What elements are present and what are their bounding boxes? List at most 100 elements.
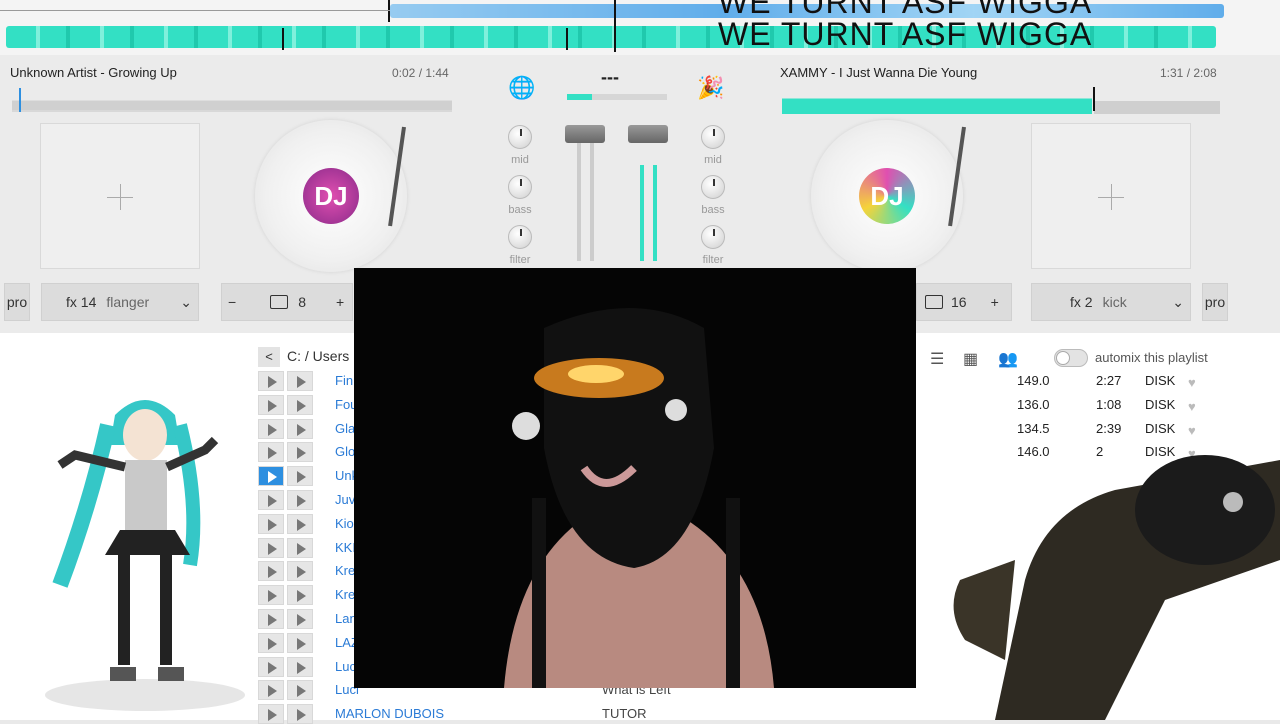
- playhead-a: [388, 0, 390, 22]
- track-name[interactable]: Kre: [335, 563, 355, 578]
- heart-icon[interactable]: ♥: [1188, 375, 1202, 390]
- play-deck-a-button[interactable]: [258, 490, 284, 510]
- track-name[interactable]: Gla: [335, 421, 355, 436]
- breadcrumb[interactable]: C: / Users: [287, 348, 349, 364]
- play-deck-a-button[interactable]: [258, 371, 284, 391]
- play-deck-b-button[interactable]: [287, 680, 313, 701]
- track-name[interactable]: Kio: [335, 516, 354, 531]
- left-mid-knob[interactable]: [508, 125, 532, 149]
- globe-icon[interactable]: 🌐: [508, 75, 535, 101]
- play-deck-b-button[interactable]: [287, 394, 313, 415]
- play-deck-b-button[interactable]: [287, 418, 313, 439]
- left-bass-knob[interactable]: [508, 175, 532, 199]
- loop-icon: [270, 295, 289, 309]
- cell-len: 1:08: [1096, 396, 1122, 412]
- automix-label: automix this playlist: [1095, 350, 1208, 365]
- waveform-baseline: [0, 10, 390, 11]
- list-item[interactable]: MARLON DUBOIS TUTOR: [258, 704, 898, 724]
- track-name[interactable]: Luc: [335, 659, 356, 674]
- deck-left-fx-select[interactable]: fx 14 flanger ⌄: [41, 283, 199, 321]
- play-deck-b-button[interactable]: [287, 656, 313, 677]
- track-name[interactable]: MARLON DUBOIS: [335, 706, 444, 721]
- heart-icon[interactable]: ♥: [1188, 399, 1202, 414]
- beat-marker: [282, 28, 284, 50]
- play-deck-b-button[interactable]: [287, 537, 313, 558]
- play-deck-b-button[interactable]: [287, 466, 313, 487]
- cell-bpm: 134.5: [1017, 420, 1050, 436]
- track-name[interactable]: Kre: [335, 587, 355, 602]
- deck-left-pro-button[interactable]: pro: [4, 283, 30, 321]
- deck-right-fx-pad[interactable]: [1031, 123, 1191, 269]
- play-deck-b-button[interactable]: [287, 704, 313, 724]
- left-filter-knob[interactable]: [508, 225, 532, 249]
- play-deck-a-button[interactable]: [258, 513, 284, 534]
- loop-plus-button[interactable]: +: [991, 294, 999, 310]
- play-deck-a-button[interactable]: [258, 585, 284, 606]
- grid-view-icon[interactable]: ▦: [963, 349, 978, 369]
- play-deck-a-button[interactable]: [258, 561, 284, 582]
- play-deck-b-button[interactable]: [287, 609, 313, 629]
- users-icon[interactable]: 👥: [998, 349, 1018, 369]
- play-deck-a-button[interactable]: [258, 609, 284, 629]
- chevron-down-icon: ⌄: [180, 293, 192, 310]
- play-deck-a-button[interactable]: [258, 704, 284, 724]
- play-deck-b-button[interactable]: [287, 490, 313, 510]
- knob-label: filter: [702, 254, 724, 266]
- back-button[interactable]: <: [258, 347, 280, 367]
- track-name[interactable]: Fin: [335, 373, 353, 388]
- play-deck-b-button[interactable]: [287, 371, 313, 391]
- heart-icon[interactable]: ♥: [1188, 423, 1202, 438]
- deck-left-fx-pad[interactable]: [40, 123, 200, 269]
- play-deck-b-button[interactable]: [287, 513, 313, 534]
- right-bass-knob[interactable]: [701, 175, 725, 199]
- right-volume-fader[interactable]: [628, 125, 668, 143]
- play-deck-b-button[interactable]: [287, 585, 313, 606]
- play-deck-a-button[interactable]: [258, 632, 284, 653]
- deck-right-platter[interactable]: DJ: [811, 120, 963, 272]
- loop-plus-button[interactable]: +: [336, 294, 344, 310]
- play-deck-b-button[interactable]: [287, 561, 313, 582]
- deck-left-label: DJ: [303, 168, 359, 224]
- play-deck-a-button[interactable]: [258, 466, 284, 487]
- list-view-icon[interactable]: ☰: [930, 349, 944, 369]
- deck-left-loop-control: − 8 +: [221, 283, 353, 321]
- play-deck-a-button[interactable]: [258, 680, 284, 701]
- left-vu: [577, 143, 581, 261]
- play-deck-a-button[interactable]: [258, 442, 284, 463]
- play-deck-a-button[interactable]: [258, 656, 284, 677]
- deck-right-pro-button[interactable]: pro: [1202, 283, 1228, 321]
- track-name[interactable]: KKI: [335, 540, 356, 555]
- knob-label: bass: [701, 204, 725, 216]
- deck-right-miniwave-remaining[interactable]: [1094, 88, 1220, 114]
- loop-minus-button[interactable]: −: [228, 294, 236, 310]
- deck-right-loop-control: 16 +: [916, 283, 1012, 321]
- right-filter-knob[interactable]: [701, 225, 725, 249]
- fx-name: flanger: [106, 294, 150, 310]
- play-deck-a-button[interactable]: [258, 418, 284, 439]
- loop-length: 8: [298, 294, 306, 310]
- automix-toggle[interactable]: [1054, 349, 1088, 367]
- play-deck-b-button[interactable]: [287, 632, 313, 653]
- party-popper-icon[interactable]: 🎉: [697, 75, 724, 101]
- deck-right-time: 1:31 / 2:08: [1160, 66, 1217, 80]
- deck-left-platter[interactable]: DJ: [255, 120, 407, 272]
- left-volume-fader[interactable]: [565, 125, 605, 143]
- right-mid-knob[interactable]: [701, 125, 725, 149]
- play-deck-a-button[interactable]: [258, 537, 284, 558]
- cell-src: DISK: [1145, 396, 1176, 412]
- knob-label: filter: [509, 254, 531, 266]
- deck-right-miniwave-played[interactable]: [782, 88, 1092, 114]
- deck-right-title: XAMMY - I Just Wanna Die Young: [780, 65, 978, 80]
- cell-len: 2:27: [1096, 373, 1122, 388]
- deck-right-fx-select[interactable]: fx 2 kick ⌄: [1031, 283, 1191, 321]
- waveform-overview[interactable]: WE TURNT ASF WIGGA WE TURNT ASF WIGGA: [0, 0, 1280, 55]
- cell-bpm: 149.0: [1017, 373, 1050, 388]
- play-deck-a-button[interactable]: [258, 394, 284, 415]
- bpm-display: ---: [601, 67, 619, 87]
- track-name[interactable]: Juv: [335, 492, 355, 507]
- deck-left-miniwave[interactable]: [12, 86, 452, 112]
- dancing-figure-overlay: [45, 400, 245, 711]
- track-name[interactable]: Glo: [335, 444, 355, 459]
- left-vu: [590, 143, 594, 261]
- play-deck-b-button[interactable]: [287, 442, 313, 463]
